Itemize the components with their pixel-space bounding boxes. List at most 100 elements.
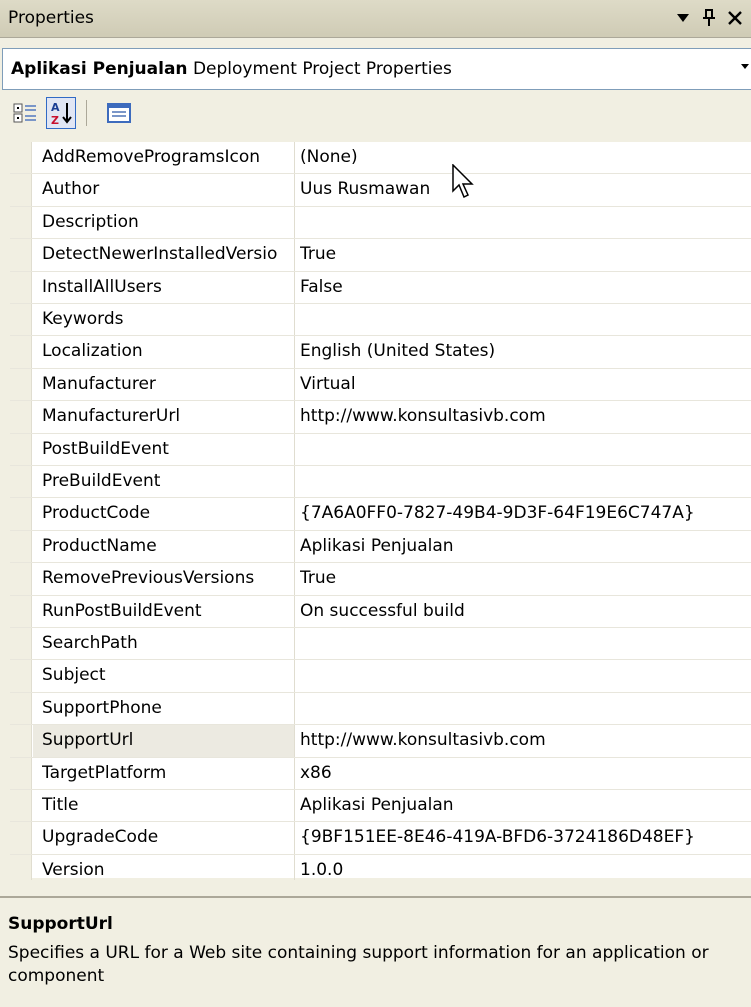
property-grid[interactable]: AddRemoveProgramsIcon (None) Author Uus Rus… [10,142,751,888]
column-divider[interactable] [294,563,295,595]
property-row[interactable]: ManufacturerUrl http://www.konsultasivb.c… [10,401,751,434]
window-position-dropdown-icon[interactable] [672,6,694,30]
column-divider[interactable] [294,142,295,174]
description-splitter[interactable] [0,896,751,898]
column-divider[interactable] [294,628,295,660]
row-margin [10,336,32,368]
property-row[interactable]: Title Aplikasi Penjualan [10,790,751,823]
property-value[interactable]: http://www.konsultasivb.com [300,406,751,426]
column-divider[interactable] [294,692,295,725]
column-divider[interactable] [294,595,295,627]
alphabetical-button[interactable]: A Z [46,97,76,129]
column-divider[interactable] [294,530,295,563]
property-name[interactable]: Manufacturer [42,374,294,394]
object-selector-dropdown[interactable]: Aplikasi Penjualan Deployment Project Pr… [2,48,751,90]
property-row[interactable]: Localization English (United States) [10,336,751,369]
property-name[interactable]: TargetPlatform [42,763,294,783]
title-bar[interactable]: Properties [0,0,751,38]
property-row[interactable]: PreBuildEvent [10,466,751,499]
property-name[interactable]: Localization [42,341,294,361]
column-divider[interactable] [294,206,295,239]
property-row[interactable]: UpgradeCode {9BF151EE-8E46-419A-BFD6-3724… [10,822,751,855]
property-row[interactable]: Manufacturer Virtual [10,368,751,402]
column-divider[interactable] [294,790,295,822]
column-divider[interactable] [294,466,295,498]
property-name[interactable]: PreBuildEvent [42,471,294,491]
property-name[interactable]: SupportUrl [42,730,294,750]
property-name[interactable]: RemovePreviousVersions [42,568,294,588]
window-title: Properties [8,8,94,28]
property-name[interactable]: UpgradeCode [42,827,294,847]
property-name[interactable]: DetectNewerInstalledVersio [42,244,294,264]
property-row[interactable]: ProductCode {7A6A0FF0-7827-49B4-9D3F-64F1… [10,498,751,531]
property-value[interactable]: (None) [300,147,751,167]
property-name[interactable]: Keywords [42,309,294,329]
property-row[interactable]: InstallAllUsers False [10,271,751,304]
close-icon[interactable] [724,6,746,30]
property-name[interactable]: Subject [42,665,294,685]
property-row[interactable]: Keywords [10,304,751,337]
property-row[interactable]: SupportUrl http://www.konsultasivb.com [10,725,751,758]
row-margin [10,757,32,789]
property-value[interactable]: Aplikasi Penjualan [300,795,751,815]
property-row[interactable]: RunPostBuildEvent On successful build [10,595,751,628]
property-value[interactable]: False [300,277,751,297]
auto-hide-pin-icon[interactable] [698,6,720,30]
property-name[interactable]: InstallAllUsers [42,277,294,297]
property-value[interactable]: English (United States) [300,341,751,361]
property-name[interactable]: AddRemoveProgramsIcon [42,147,294,167]
column-divider[interactable] [294,336,295,368]
property-name[interactable]: ProductName [42,536,294,556]
property-name[interactable]: SearchPath [42,633,294,653]
property-name[interactable]: ProductCode [42,503,294,523]
property-row[interactable]: Description [10,206,751,240]
property-value[interactable]: Uus Rusmawan [300,179,751,199]
column-divider[interactable] [294,368,295,401]
property-name[interactable]: PostBuildEvent [42,439,294,459]
property-row[interactable]: Author Uus Rusmawan [10,174,751,207]
property-row[interactable]: RemovePreviousVersions True [10,563,751,596]
property-row[interactable]: PostBuildEvent [10,433,751,466]
row-margin [10,595,32,627]
chevron-down-icon[interactable] [741,59,749,74]
property-row[interactable]: AddRemoveProgramsIcon (None) [10,142,751,175]
property-pages-button[interactable] [104,97,134,129]
column-divider[interactable] [294,498,295,530]
property-value[interactable]: 1.0.0 [300,860,751,880]
column-divider[interactable] [294,271,295,303]
column-divider[interactable] [294,822,295,854]
property-value[interactable]: Aplikasi Penjualan [300,536,751,556]
property-row[interactable]: ProductName Aplikasi Penjualan [10,530,751,564]
property-row[interactable]: SearchPath [10,628,751,661]
row-margin [10,433,32,465]
property-value[interactable]: http://www.konsultasivb.com [300,730,751,750]
property-row[interactable]: DetectNewerInstalledVersio True [10,239,751,272]
column-divider[interactable] [294,660,295,692]
column-divider[interactable] [294,725,295,757]
property-row[interactable]: TargetPlatform x86 [10,757,751,790]
property-name[interactable]: SupportPhone [42,698,294,718]
description-pane: SupportUrl Specifies a URL for a Web sit… [0,900,751,1007]
property-value[interactable]: {9BF151EE-8E46-419A-BFD6-3724186D48EF} [300,827,751,847]
property-value[interactable]: True [300,244,751,264]
column-divider[interactable] [294,433,295,465]
property-value[interactable]: On successful build [300,601,751,621]
column-divider[interactable] [294,757,295,789]
property-row[interactable]: SupportPhone [10,692,751,726]
property-value[interactable]: x86 [300,763,751,783]
property-name[interactable]: Description [42,212,294,232]
column-divider[interactable] [294,239,295,271]
categorized-button[interactable] [10,97,40,129]
property-value[interactable]: True [300,568,751,588]
property-value[interactable]: {7A6A0FF0-7827-49B4-9D3F-64F19E6C747A} [300,503,751,523]
column-divider[interactable] [294,174,295,206]
property-name[interactable]: ManufacturerUrl [42,406,294,426]
property-value[interactable]: Virtual [300,374,751,394]
property-row[interactable]: Subject [10,660,751,693]
property-name[interactable]: Version [42,860,294,880]
property-name[interactable]: RunPostBuildEvent [42,601,294,621]
property-name[interactable]: Author [42,179,294,199]
property-name[interactable]: Title [42,795,294,815]
column-divider[interactable] [294,304,295,336]
column-divider[interactable] [294,401,295,433]
